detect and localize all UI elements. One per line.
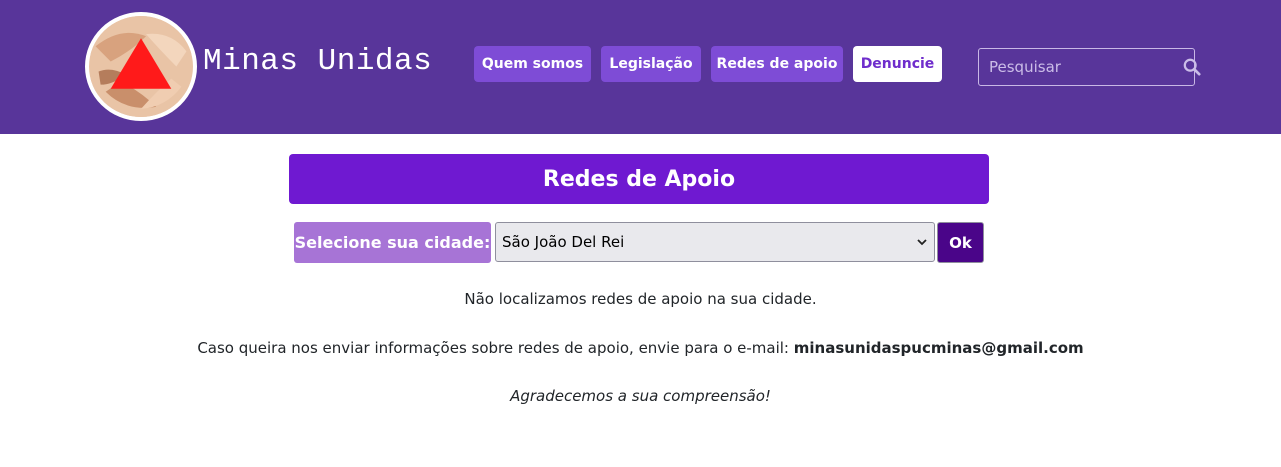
site-header: Minas Unidas Quem somos Legislação Redes… <box>0 0 1281 134</box>
nav-quem-somos-button[interactable]: Quem somos <box>474 46 591 82</box>
thanks-message: Agradecemos a sua compreensão! <box>0 387 1281 405</box>
contact-message: Caso queira nos enviar informações sobre… <box>0 339 1281 357</box>
thanks-text: Agradecemos a sua compreensão! <box>510 387 771 405</box>
nav-redes-de-apoio-button[interactable]: Redes de apoio <box>711 46 843 82</box>
city-select-value: São João Del Rei <box>502 233 625 251</box>
logo[interactable] <box>85 12 197 121</box>
city-select-label: Selecione sua cidade: <box>294 222 491 263</box>
logo-hands-triangle-icon <box>90 16 192 117</box>
city-select[interactable]: São João Del Rei <box>495 222 935 262</box>
search-input[interactable] <box>989 58 1183 76</box>
contact-text: Caso queira nos enviar informações sobre… <box>197 339 789 357</box>
contact-email: minasunidaspucminas@gmail.com <box>793 339 1084 357</box>
not-found-message: Não localizamos redes de apoio na sua ci… <box>464 290 817 308</box>
site-title[interactable]: Minas Unidas <box>203 44 432 79</box>
page-title: Redes de Apoio <box>289 154 989 204</box>
ok-button[interactable]: Ok <box>937 222 984 263</box>
chevron-down-icon <box>916 236 928 248</box>
nav-legislacao-button[interactable]: Legislação <box>601 46 701 82</box>
search-icon[interactable] <box>1183 58 1201 76</box>
search-box <box>978 48 1201 86</box>
nav-denuncie-button[interactable]: Denuncie <box>853 46 942 82</box>
